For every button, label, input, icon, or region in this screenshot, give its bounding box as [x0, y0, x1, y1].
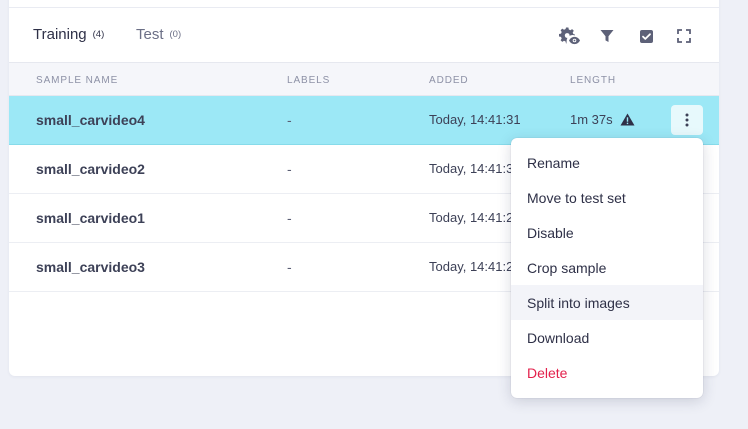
sample-name: small_carvideo1 [36, 210, 145, 226]
sample-name: small_carvideo2 [36, 161, 145, 177]
menu-item-move-to-test-set[interactable]: Move to test set [511, 180, 703, 215]
sample-labels: - [287, 210, 292, 226]
fullscreen-icon[interactable] [672, 25, 696, 47]
checkbox-icon[interactable] [634, 25, 658, 47]
kebab-menu-icon [685, 113, 689, 127]
filter-icon[interactable] [595, 25, 619, 47]
sample-added: Today, 14:41:31 [429, 112, 521, 127]
settings-eye-icon[interactable] [557, 25, 581, 47]
column-header-length[interactable]: LENGTH [570, 75, 616, 86]
table-header: SAMPLE NAME LABELS ADDED LENGTH [9, 63, 719, 96]
menu-item-split-into-images[interactable]: Split into images [511, 285, 703, 320]
sample-labels: - [287, 161, 292, 177]
row-actions-button[interactable] [671, 105, 703, 135]
menu-item-disable[interactable]: Disable [511, 215, 703, 250]
sample-name: small_carvideo4 [36, 112, 145, 128]
menu-item-rename[interactable]: Rename [511, 145, 703, 180]
warning-icon[interactable] [620, 113, 635, 126]
sample-labels: - [287, 259, 292, 275]
tab-label: Training [33, 26, 87, 43]
menu-item-delete[interactable]: Delete [511, 355, 703, 390]
tab-test[interactable]: Test (0) [136, 26, 181, 43]
tab-training[interactable]: Training (4) [33, 26, 104, 43]
tabs-bar: Training (4) Test (0) [9, 8, 719, 63]
column-header-added[interactable]: ADDED [429, 75, 469, 86]
column-header-labels[interactable]: LABELS [287, 75, 330, 86]
menu-item-download[interactable]: Download [511, 320, 703, 355]
menu-item-crop-sample[interactable]: Crop sample [511, 250, 703, 285]
tab-label: Test [136, 26, 164, 43]
tab-count: (0) [169, 29, 182, 40]
sample-added: Today, 14:41:21 [429, 210, 521, 225]
row-context-menu: Rename Move to test set Disable Crop sam… [511, 138, 703, 398]
length-value: 1m 37s [570, 112, 613, 127]
sample-added: Today, 14:41:21 [429, 259, 521, 274]
sample-name: small_carvideo3 [36, 259, 145, 275]
sample-added: Today, 14:41:31 [429, 161, 521, 176]
sample-labels: - [287, 112, 292, 128]
column-header-sample-name[interactable]: SAMPLE NAME [36, 75, 118, 86]
tab-count: (4) [92, 29, 105, 40]
sample-length: 1m 37s [570, 112, 635, 127]
